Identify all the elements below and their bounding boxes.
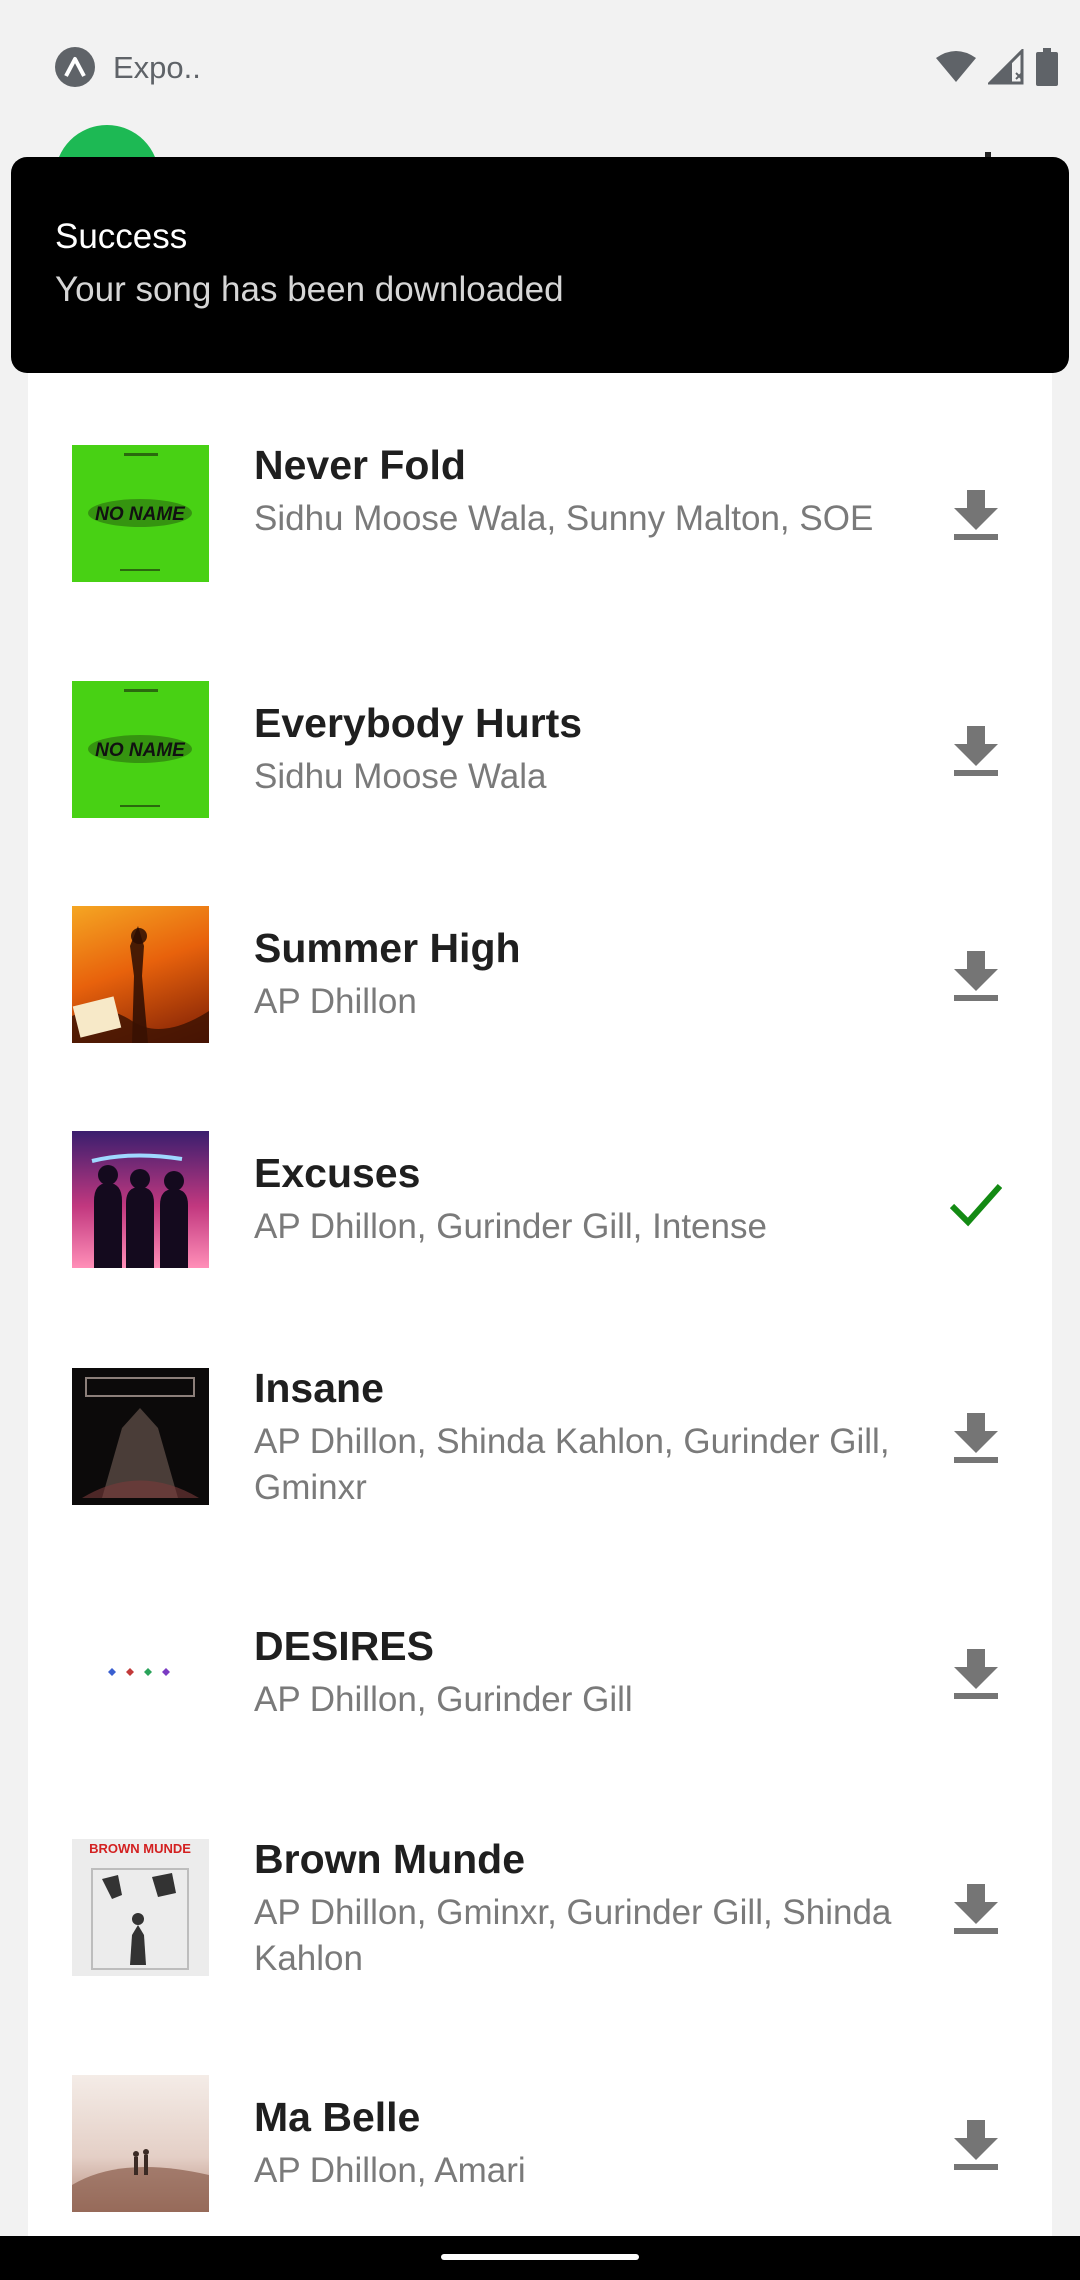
album-cover xyxy=(72,1131,209,1268)
app-label: Expo.. xyxy=(113,50,201,85)
song-row[interactable]: DESIRES AP Dhillon, Gurinder Gill xyxy=(0,1579,1080,1759)
album-cover xyxy=(72,906,209,1043)
wifi-icon xyxy=(936,51,976,82)
album-cover: BROWN MUNDE xyxy=(72,1839,209,1976)
battery-icon xyxy=(1036,48,1058,86)
song-artists: AP Dhillon, Gurinder Gill, Intense xyxy=(254,1207,767,1246)
download-icon[interactable] xyxy=(950,1880,1002,1936)
song-row[interactable]: Excuses AP Dhillon, Gurinder Gill, Inten… xyxy=(0,1106,1080,1286)
song-row[interactable]: NO NAME Everybody Hurts Sidhu Moose Wala xyxy=(0,656,1080,836)
album-cover xyxy=(72,1604,209,1741)
status-bar: Expo.. xyxy=(0,0,1080,135)
song-artists: Sidhu Moose Wala, Sunny Malton, SOE xyxy=(254,499,874,538)
song-row[interactable]: BROWN MUNDE Brown Munde AP Dhillon, Gmin… xyxy=(0,1814,1080,1994)
song-artists: AP Dhillon, Amari xyxy=(254,2151,526,2190)
download-icon[interactable] xyxy=(950,722,1002,778)
navigation-bar xyxy=(0,2236,1080,2280)
song-artists: Sidhu Moose Wala xyxy=(254,757,547,796)
song-title: Insane xyxy=(254,1365,384,1411)
toast-message: Your song has been downloaded xyxy=(55,270,564,309)
song-title: Summer High xyxy=(254,925,521,971)
cover-text: NO NAME xyxy=(95,504,186,525)
toast-title: Success xyxy=(55,217,188,256)
download-icon[interactable] xyxy=(950,2116,1002,2172)
song-title: Ma Belle xyxy=(254,2094,421,2140)
download-icon[interactable] xyxy=(950,947,1002,1003)
home-gesture-handle[interactable] xyxy=(441,2254,639,2260)
song-row[interactable]: Ma Belle AP Dhillon, Amari xyxy=(0,2050,1080,2230)
success-toast[interactable]: Success Your song has been downloaded xyxy=(11,157,1069,373)
album-cover xyxy=(72,2075,209,2212)
download-icon[interactable] xyxy=(950,1409,1002,1465)
downloaded-check-icon xyxy=(950,1184,1002,1227)
song-artists: AP Dhillon, Shinda Kahlon, Gurinder Gill… xyxy=(254,1422,890,1507)
album-cover xyxy=(72,1368,209,1505)
download-icon[interactable] xyxy=(950,486,1002,542)
signal-icon xyxy=(988,49,1024,85)
song-artists: AP Dhillon xyxy=(254,982,417,1021)
song-artists: AP Dhillon, Gurinder Gill xyxy=(254,1680,633,1719)
song-title: Never Fold xyxy=(254,442,466,488)
song-row[interactable]: NO NAME Never Fold Sidhu Moose Wala, Sun… xyxy=(0,420,1080,600)
song-title: Brown Munde xyxy=(254,1836,526,1882)
cover-text: BROWN MUNDE xyxy=(89,1841,191,1856)
song-row[interactable]: Insane AP Dhillon, Shinda Kahlon, Gurind… xyxy=(0,1343,1080,1523)
song-title: Excuses xyxy=(254,1150,421,1196)
album-cover: NO NAME xyxy=(72,681,209,818)
expo-icon xyxy=(55,47,95,87)
cover-text: NO NAME xyxy=(95,740,186,761)
song-row[interactable]: Summer High AP Dhillon xyxy=(0,881,1080,1061)
download-icon[interactable] xyxy=(950,1645,1002,1701)
song-title: Everybody Hurts xyxy=(254,700,583,746)
song-title: DESIRES xyxy=(254,1623,434,1669)
song-artists: AP Dhillon, Gminxr, Gurinder Gill, Shind… xyxy=(254,1893,892,1978)
album-cover: NO NAME xyxy=(72,445,209,582)
